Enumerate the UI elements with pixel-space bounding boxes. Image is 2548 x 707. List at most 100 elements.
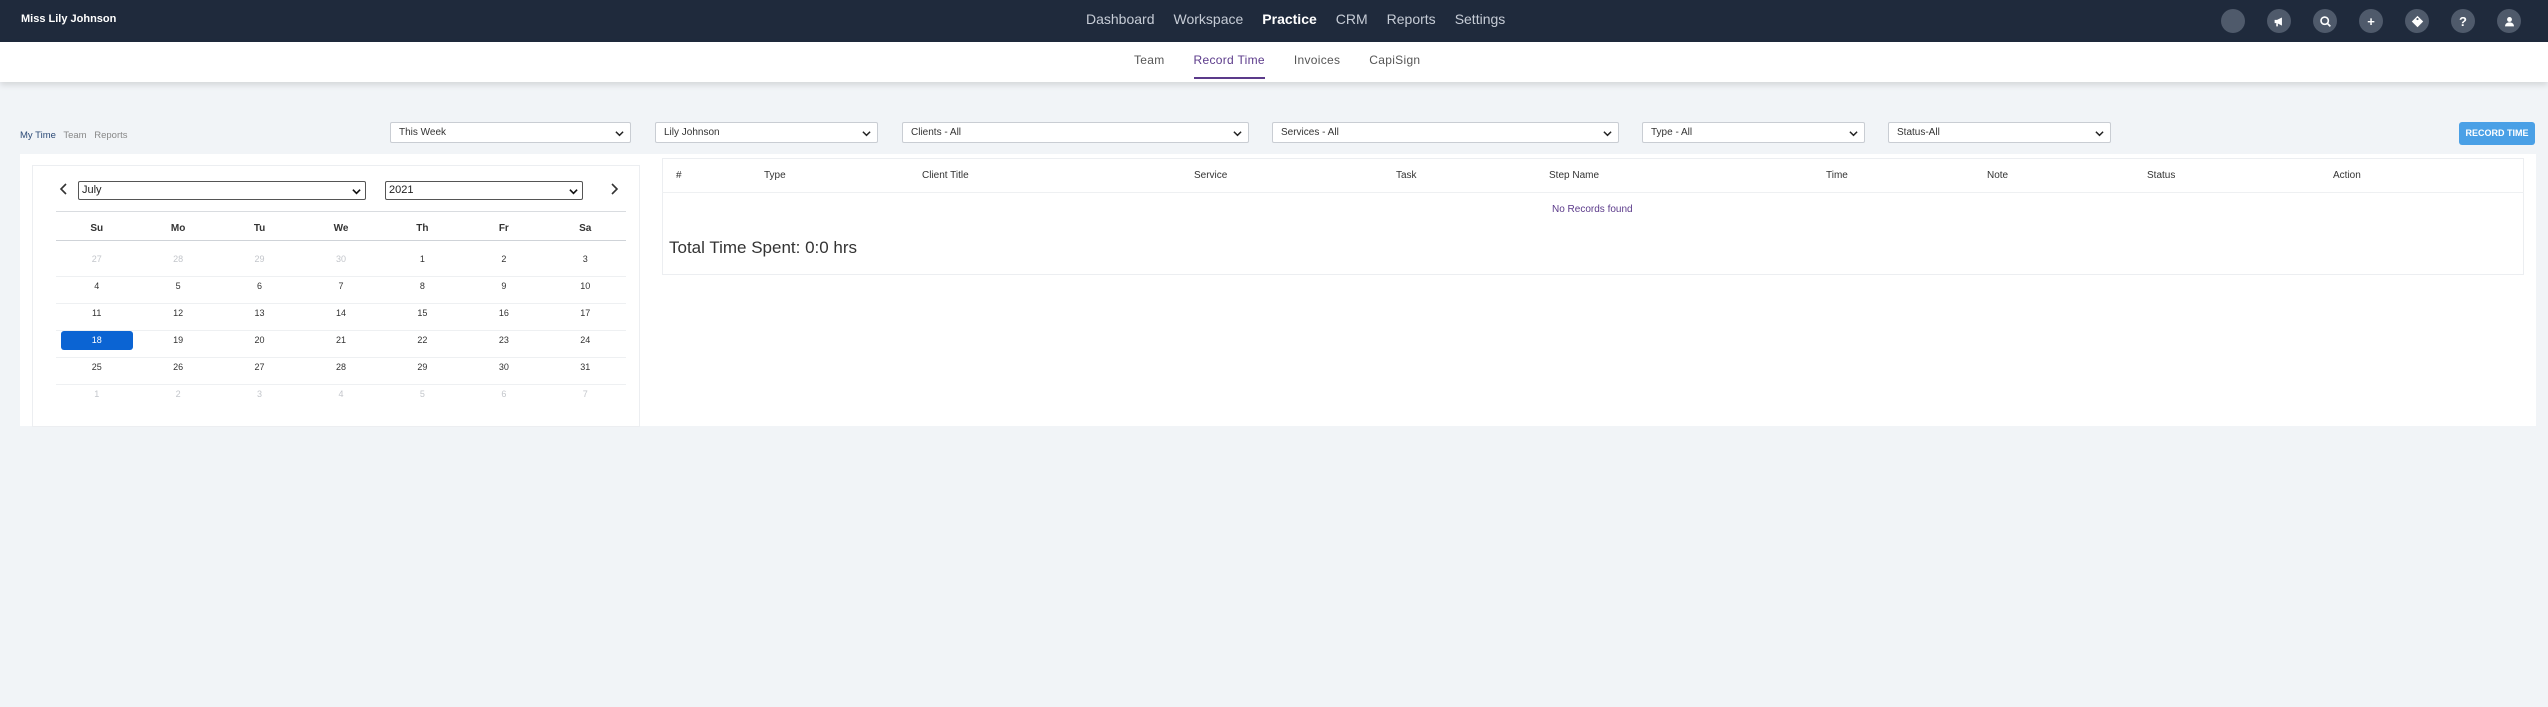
- calendar-day[interactable]: 11: [56, 304, 137, 330]
- next-month-icon[interactable]: [607, 182, 621, 196]
- calendar-day[interactable]: 1: [56, 385, 137, 412]
- record-time-button[interactable]: RECORD TIME: [2459, 122, 2535, 145]
- clients-select-value: Clients - All: [911, 127, 962, 138]
- type-select[interactable]: Type - All: [1642, 122, 1865, 143]
- column-header-service: Service: [1194, 170, 1228, 181]
- column-header-client-title: Client Title: [922, 170, 969, 181]
- calendar-day[interactable]: 28: [300, 358, 381, 384]
- weekday-header: Su Mo Tu We Th Fr Sa: [56, 223, 626, 234]
- calendar-day[interactable]: 4: [300, 385, 381, 412]
- year-select[interactable]: 2021: [385, 181, 583, 200]
- tab-record-time[interactable]: Record Time: [1193, 53, 1265, 79]
- user-name[interactable]: Miss Lily Johnson: [21, 13, 116, 25]
- chevron-down-icon: [2095, 131, 2104, 137]
- services-select[interactable]: Services - All: [1272, 122, 1619, 143]
- column-header-task: Task: [1396, 170, 1417, 181]
- help-icon[interactable]: ?: [2451, 9, 2475, 33]
- avatar-circle-icon[interactable]: [2221, 9, 2245, 33]
- chevron-down-icon: [1849, 131, 1858, 137]
- calendar-day[interactable]: 22: [382, 331, 463, 357]
- calendar-day[interactable]: 27: [56, 250, 137, 276]
- nav-dashboard[interactable]: Dashboard: [1086, 11, 1155, 27]
- calendar-divider: [56, 211, 626, 212]
- calendar-day[interactable]: 2: [137, 385, 218, 412]
- calendar-week: 18 19 20 21 22 23 24: [56, 331, 626, 358]
- tag-icon[interactable]: [2405, 9, 2429, 33]
- user-icon[interactable]: [2497, 9, 2521, 33]
- status-select[interactable]: Status-All: [1888, 122, 2111, 143]
- calendar-day[interactable]: 15: [382, 304, 463, 330]
- nav-workspace[interactable]: Workspace: [1174, 11, 1244, 27]
- calendar-day[interactable]: 21: [300, 331, 381, 357]
- top-navbar: Miss Lily Johnson Dashboard Workspace Pr…: [0, 0, 2548, 42]
- month-select[interactable]: July: [78, 181, 366, 200]
- calendar-day[interactable]: 30: [463, 358, 544, 384]
- calendar-day[interactable]: 7: [545, 385, 626, 412]
- calendar-day[interactable]: 8: [382, 277, 463, 303]
- nav-reports[interactable]: Reports: [1387, 11, 1436, 27]
- tab-capisign[interactable]: CapiSign: [1369, 53, 1420, 79]
- calendar-day[interactable]: 14: [300, 304, 381, 330]
- calendar-day[interactable]: 5: [137, 277, 218, 303]
- empty-state-message: No Records found: [1552, 204, 1633, 215]
- nav-practice[interactable]: Practice: [1262, 11, 1316, 27]
- prev-month-icon[interactable]: [57, 182, 71, 196]
- calendar-day[interactable]: 6: [463, 385, 544, 412]
- period-select-value: This Week: [399, 127, 447, 138]
- calendar-day[interactable]: 12: [137, 304, 218, 330]
- table-header-divider: [662, 192, 2524, 193]
- calendar-day[interactable]: 5: [382, 385, 463, 412]
- period-select[interactable]: This Week: [390, 122, 631, 143]
- column-header-type: Type: [764, 170, 786, 181]
- calendar-day[interactable]: 31: [545, 358, 626, 384]
- calendar-day[interactable]: 20: [219, 331, 300, 357]
- calendar-day[interactable]: 28: [137, 250, 218, 276]
- calendar-day[interactable]: 26: [137, 358, 218, 384]
- weekday-label: Su: [90, 223, 104, 234]
- calendar-day[interactable]: 25: [56, 358, 137, 384]
- calendar-day[interactable]: 29: [219, 250, 300, 276]
- calendar-day[interactable]: 9: [463, 277, 544, 303]
- weekday-label: We: [333, 223, 349, 234]
- calendar-day[interactable]: 27: [219, 358, 300, 384]
- calendar-day[interactable]: 17: [545, 304, 626, 330]
- calendar-week: 11 12 13 14 15 16 17: [56, 304, 626, 331]
- tab-team[interactable]: Team: [1134, 53, 1165, 79]
- calendar-day[interactable]: 13: [219, 304, 300, 330]
- tab-team-time[interactable]: Team: [63, 130, 86, 141]
- column-header-time: Time: [1826, 170, 1848, 181]
- time-view-switch: My Time Team Reports: [20, 130, 133, 141]
- plus-icon[interactable]: +: [2359, 9, 2383, 33]
- calendar-day[interactable]: 30: [300, 250, 381, 276]
- nav-settings[interactable]: Settings: [1455, 11, 1506, 27]
- user-select[interactable]: Lily Johnson: [655, 122, 878, 143]
- tab-my-time[interactable]: My Time: [20, 130, 56, 141]
- calendar-day[interactable]: 4: [56, 277, 137, 303]
- tab-time-reports[interactable]: Reports: [94, 130, 127, 141]
- calendar-day[interactable]: 23: [463, 331, 544, 357]
- calendar-day[interactable]: 6: [219, 277, 300, 303]
- calendar-day[interactable]: 19: [137, 331, 218, 357]
- calendar-day[interactable]: 7: [300, 277, 381, 303]
- status-select-value: Status-All: [1897, 127, 1940, 138]
- megaphone-icon[interactable]: [2267, 9, 2291, 33]
- top-icons: + ?: [2221, 9, 2521, 33]
- weekday-label: Fr: [498, 223, 509, 234]
- calendar-day[interactable]: 1: [382, 250, 463, 276]
- calendar-day[interactable]: 16: [463, 304, 544, 330]
- calendar-week: 25 26 27 28 29 30 31: [56, 358, 626, 385]
- nav-crm[interactable]: CRM: [1336, 11, 1368, 27]
- calendar-day[interactable]: 3: [219, 385, 300, 412]
- calendar-day[interactable]: 2: [463, 250, 544, 276]
- clients-select[interactable]: Clients - All: [902, 122, 1249, 143]
- calendar-day[interactable]: 3: [545, 250, 626, 276]
- calendar-day-selected[interactable]: 18: [56, 331, 137, 357]
- search-icon[interactable]: [2313, 9, 2337, 33]
- column-header-action: Action: [2333, 170, 2361, 181]
- calendar-day[interactable]: 10: [545, 277, 626, 303]
- weekday-label: Mo: [170, 223, 186, 234]
- type-select-value: Type - All: [1651, 127, 1693, 138]
- calendar-day[interactable]: 24: [545, 331, 626, 357]
- tab-invoices[interactable]: Invoices: [1294, 53, 1340, 79]
- calendar-day[interactable]: 29: [382, 358, 463, 384]
